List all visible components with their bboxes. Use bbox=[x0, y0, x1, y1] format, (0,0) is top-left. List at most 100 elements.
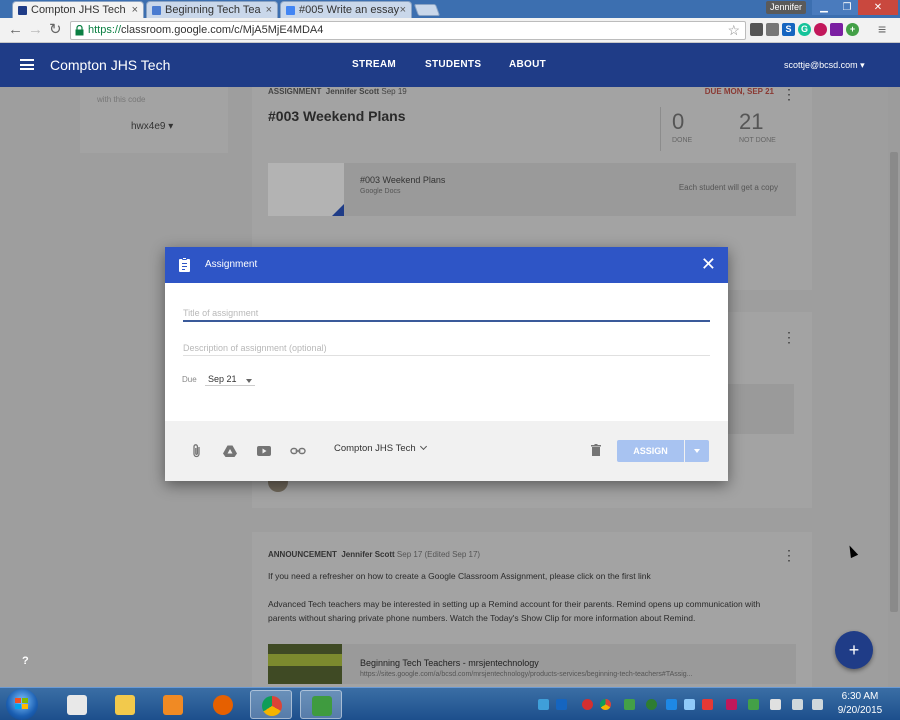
assignment-dialog: Assignment ✕ Due Sep 21 Compton JHS Tech bbox=[165, 247, 728, 481]
taskbar-apps[interactable] bbox=[56, 690, 98, 719]
address-bar[interactable]: https://classroom.google.com/c/MjA5MjE4M… bbox=[70, 21, 746, 40]
due-label: Due bbox=[182, 375, 197, 384]
account-email: scottje@bcsd.com bbox=[784, 60, 858, 70]
assignment-description-input[interactable] bbox=[183, 340, 710, 356]
attachment-type: Google Docs bbox=[360, 188, 401, 195]
tray-usb-icon[interactable] bbox=[770, 699, 781, 710]
grammarly-icon[interactable]: G bbox=[798, 23, 811, 36]
profile-button[interactable]: Jennifer bbox=[766, 1, 806, 14]
clock-date: 9/20/2015 bbox=[837, 705, 883, 716]
tray-app-icon[interactable] bbox=[726, 699, 737, 710]
bluetooth-icon[interactable] bbox=[666, 699, 677, 710]
link-icon[interactable] bbox=[290, 443, 306, 459]
assign-options-button[interactable] bbox=[685, 440, 709, 462]
close-window-button[interactable]: ✕ bbox=[858, 0, 898, 15]
post-more-icon[interactable]: ⋮ bbox=[782, 87, 796, 101]
windows-taskbar: 6:30 AM 9/20/2015 bbox=[0, 687, 900, 720]
dialog-header: Assignment ✕ bbox=[165, 247, 728, 283]
class-selector[interactable]: Compton JHS Tech bbox=[334, 442, 427, 454]
attach-file-icon[interactable] bbox=[189, 443, 205, 459]
assign-button[interactable]: ASSIGN bbox=[617, 440, 684, 462]
screen-capture-icon[interactable] bbox=[750, 23, 763, 36]
link-url: https://sites.google.com/a/bcsd.com/mrsj… bbox=[360, 671, 693, 678]
network-icon[interactable] bbox=[792, 699, 803, 710]
back-button[interactable]: ← bbox=[8, 21, 23, 39]
restore-button[interactable]: ❐ bbox=[836, 0, 858, 15]
not-done-count[interactable]: 21 bbox=[739, 109, 763, 135]
assignment-title-input[interactable] bbox=[183, 306, 710, 322]
attachment-doc[interactable]: #003 Weekend Plans Google Docs Each stud… bbox=[268, 163, 796, 216]
browser-tab-strip: Compton JHS Tech × Beginning Tech Tea × … bbox=[0, 0, 900, 18]
scrollbar-thumb[interactable] bbox=[890, 152, 898, 612]
plus-extension-icon[interactable]: + bbox=[846, 23, 859, 36]
delete-draft-icon[interactable] bbox=[591, 444, 601, 456]
forward-button[interactable]: → bbox=[28, 21, 43, 39]
pocket-icon[interactable] bbox=[814, 23, 827, 36]
taskbar-camtasia[interactable] bbox=[300, 690, 342, 719]
post-more-icon[interactable]: ⋮ bbox=[782, 330, 796, 344]
tray-recorder-icon[interactable] bbox=[582, 699, 593, 710]
start-button[interactable] bbox=[6, 689, 38, 720]
taskbar-explorer[interactable] bbox=[104, 690, 146, 719]
close-dialog-icon[interactable]: ✕ bbox=[701, 254, 716, 274]
announcement-text: If you need a refresher on how to create… bbox=[268, 571, 651, 581]
due-date-dropdown[interactable]: Sep 21 bbox=[205, 371, 255, 386]
add-post-button[interactable]: + bbox=[835, 631, 873, 669]
taskbar-media-player[interactable] bbox=[152, 690, 194, 719]
browser-tab-label: Compton JHS Tech bbox=[31, 4, 126, 16]
hamburger-menu-icon[interactable] bbox=[20, 59, 34, 70]
chrome-menu-icon[interactable]: ≡ bbox=[878, 20, 886, 38]
tray-office-icon[interactable] bbox=[748, 699, 759, 710]
dialog-title: Assignment bbox=[205, 259, 258, 270]
tray-update-icon[interactable] bbox=[646, 699, 657, 710]
due-date-value: Sep 21 bbox=[208, 374, 237, 384]
clock-time: 6:30 AM bbox=[841, 691, 879, 702]
post-date: Sep 17 (Edited Sep 17) bbox=[396, 550, 481, 559]
s-extension-icon[interactable]: S bbox=[782, 23, 795, 36]
close-tab-icon[interactable]: × bbox=[132, 2, 138, 18]
close-tab-icon[interactable]: × bbox=[266, 2, 272, 18]
post-more-icon[interactable]: ⋮ bbox=[782, 548, 796, 562]
class-code-selector[interactable]: hwx4e9 ▾ bbox=[131, 121, 173, 132]
firefox-icon bbox=[213, 695, 233, 715]
minimize-button[interactable]: ▁ bbox=[812, 0, 836, 15]
tray-device-icon[interactable] bbox=[684, 699, 695, 710]
tray-alert-icon[interactable] bbox=[702, 699, 713, 710]
account-menu[interactable]: scottje@bcsd.com ▾ bbox=[784, 60, 865, 71]
stats-divider bbox=[660, 107, 661, 151]
taskbar-firefox[interactable] bbox=[202, 690, 244, 719]
bookmark-star-icon[interactable]: ☆ bbox=[727, 22, 740, 39]
class-selector-value: Compton JHS Tech bbox=[334, 443, 416, 454]
tray-s-icon[interactable] bbox=[556, 699, 567, 710]
browser-toolbar: ← → ↻ https://classroom.google.com/c/MjA… bbox=[0, 18, 900, 43]
google-drive-icon[interactable] bbox=[222, 443, 238, 459]
youtube-icon[interactable] bbox=[256, 443, 272, 459]
done-count[interactable]: 0 bbox=[672, 109, 684, 135]
close-tab-icon[interactable]: × bbox=[400, 2, 406, 18]
page-scrollbar[interactable] bbox=[888, 87, 900, 687]
taskbar-chrome[interactable] bbox=[250, 690, 292, 719]
tab-about[interactable]: ABOUT bbox=[509, 59, 546, 70]
tray-chrome-icon[interactable] bbox=[600, 699, 611, 710]
onenote-icon[interactable] bbox=[830, 23, 843, 36]
assignment-title[interactable]: #003 Weekend Plans bbox=[268, 108, 405, 124]
system-clock[interactable]: 6:30 AM 9/20/2015 bbox=[830, 690, 890, 718]
browser-tab-essay[interactable]: #005 Write an essay × bbox=[280, 1, 412, 18]
reload-button[interactable]: ↻ bbox=[49, 21, 62, 39]
browser-tab-beginning-tech[interactable]: Beginning Tech Tea × bbox=[146, 1, 278, 18]
post-author: Jennifer Scott bbox=[341, 550, 395, 559]
new-tab-button[interactable] bbox=[413, 4, 441, 16]
tab-students[interactable]: STUDENTS bbox=[425, 59, 481, 70]
tab-stream[interactable]: STREAM bbox=[352, 59, 396, 70]
url-scheme: https:// bbox=[88, 24, 122, 36]
browser-tab-classroom[interactable]: Compton JHS Tech × bbox=[12, 1, 144, 18]
tray-green-icon[interactable] bbox=[624, 699, 635, 710]
help-button[interactable]: ? bbox=[22, 655, 29, 667]
camtasia-icon bbox=[312, 696, 332, 716]
link-attachment[interactable]: Beginning Tech Teachers - mrsjentechnolo… bbox=[268, 644, 796, 684]
volume-icon[interactable] bbox=[812, 699, 823, 710]
announcement-text: Advanced Tech teachers may be interested… bbox=[268, 599, 761, 623]
tray-drive-icon[interactable] bbox=[538, 699, 549, 710]
post-meta: ASSIGNMENT Jennifer Scott Sep 19 bbox=[268, 87, 407, 96]
cast-icon[interactable] bbox=[766, 23, 779, 36]
